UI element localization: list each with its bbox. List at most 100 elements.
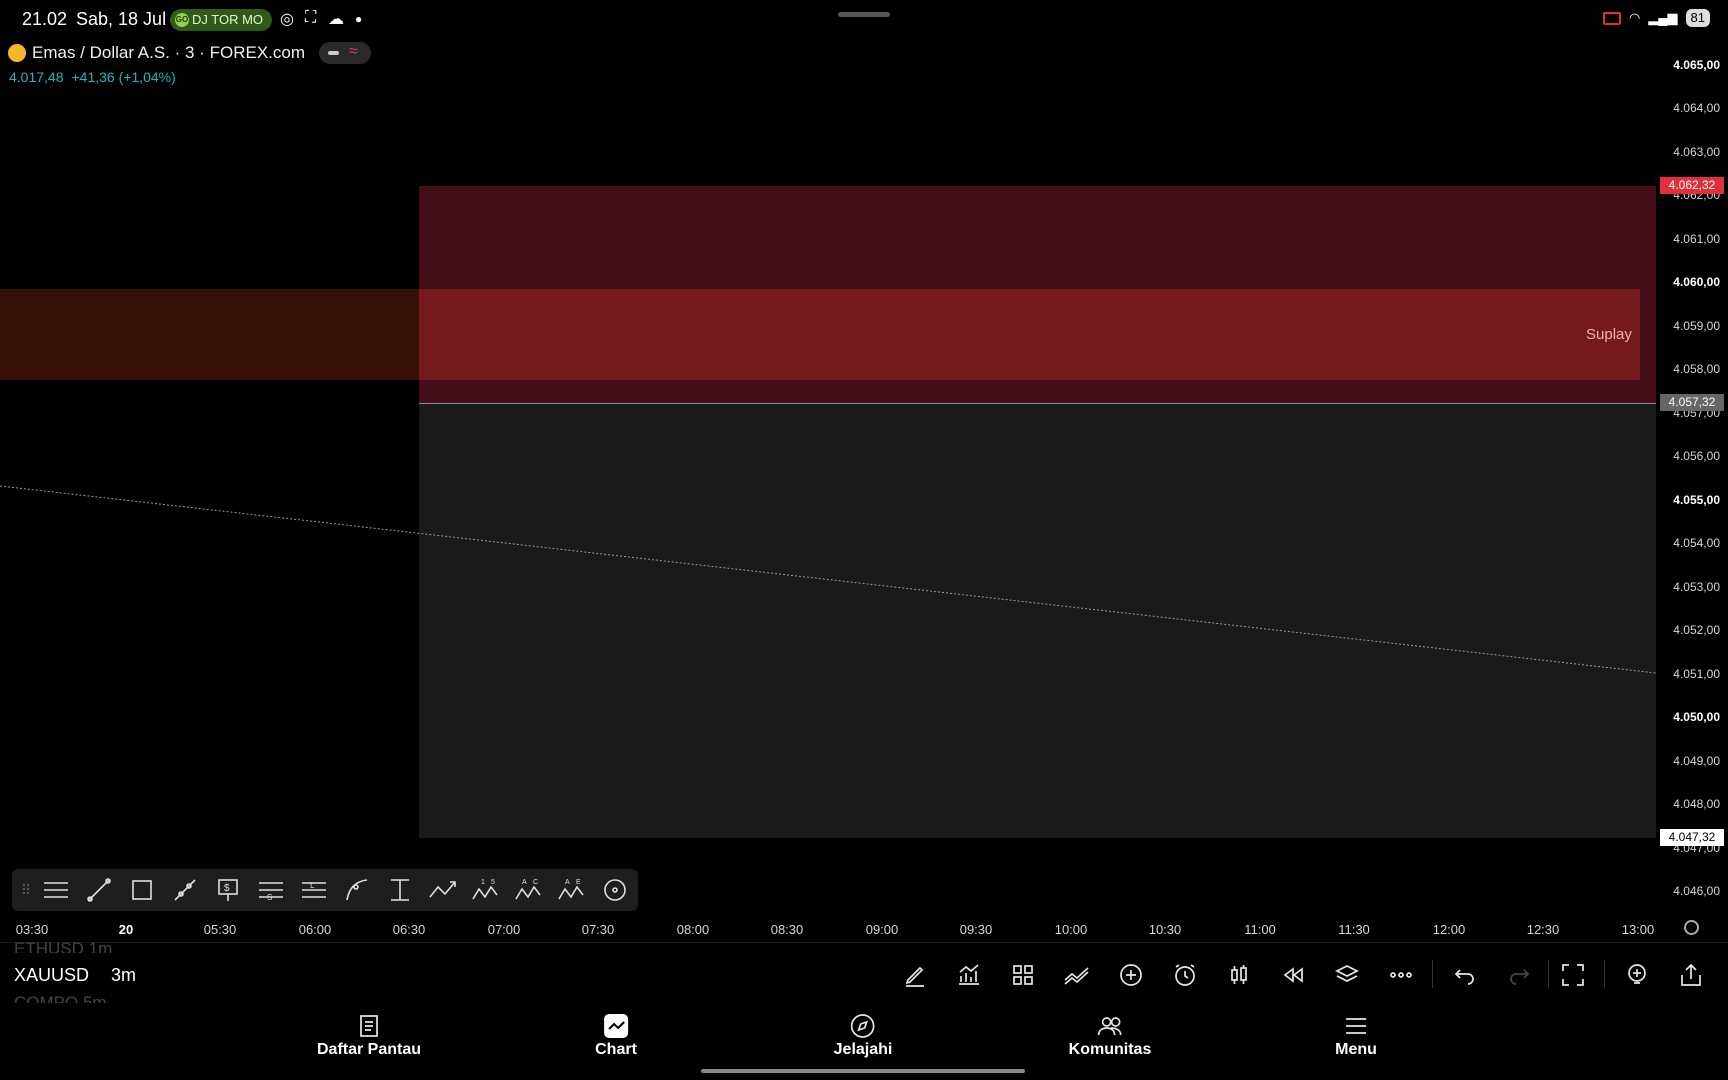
signal-icon: ▂▄▆ [1648,10,1678,25]
nav-daftar-pantau[interactable]: Daftar Pantau [317,1013,421,1059]
range-measure-icon[interactable] [378,872,421,908]
time-tick: 10:00 [1054,922,1088,937]
layout-grid-icon[interactable] [1008,960,1038,990]
nav-label: Menu [1335,1041,1377,1058]
grip-icon[interactable]: ⠿ [18,882,34,899]
drag-handle[interactable] [838,12,890,17]
draw-pen-icon[interactable] [900,960,930,990]
go-icon: GO [175,13,189,27]
price-tick: 4.065,00 [1673,58,1720,72]
long-position-icon[interactable]: L [292,872,335,908]
hamburger-icon [1343,1013,1369,1039]
price-tag-top: 4.062,32 [1660,177,1724,194]
compare-icon[interactable] [1062,960,1092,990]
path-icon[interactable] [421,872,464,908]
price-tick: 4.055,00 [1673,493,1720,507]
time-tick: 07:00 [487,922,521,937]
price-tick: 4.054,00 [1673,536,1720,550]
pattern-ae-icon[interactable]: AE [550,872,593,908]
media-pill[interactable]: GO DJ TOR MO [170,9,272,31]
price-tick: 4.053,00 [1673,580,1720,594]
svg-text:A: A [522,879,527,886]
time-tick: 08:30 [770,922,804,937]
home-indicator[interactable] [701,1069,1025,1073]
price-tick: 4.048,00 [1673,797,1720,811]
battery-indicator: 81 [1685,9,1710,27]
time-tick: 08:00 [676,922,710,937]
pattern-ac-icon[interactable]: AC [507,872,550,908]
status-date: Sab, 18 Jul [76,9,167,29]
price-label-icon[interactable]: $ [206,872,249,908]
alarm-icon[interactable] [1170,960,1200,990]
time-tick: 11:30 [1338,922,1370,937]
price-axis[interactable]: 4.065,00 4.064,00 4.063,00 4.062,00 4.06… [1660,38,1728,900]
price-tag-bottom: 4.047,32 [1660,829,1724,846]
circle-target-icon[interactable] [593,872,636,908]
nav-label: Daftar Pantau [316,1041,422,1058]
time-tick: 06:00 [298,922,332,937]
settings-gear-icon[interactable] [1684,920,1699,935]
price-tick: 4.060,00 [1673,275,1720,289]
idea-bulb-icon[interactable] [1622,960,1652,990]
trend-line[interactable] [0,38,1656,900]
price-tick: 4.050,00 [1673,710,1720,724]
more-icon[interactable] [1386,960,1416,990]
time-tick: 07:30 [581,922,615,937]
price-tick: 4.058,00 [1673,362,1720,376]
nav-komunitas[interactable]: Komunitas [1068,1013,1152,1059]
undo-icon[interactable] [1450,960,1480,990]
toolbar-divider [1548,960,1549,988]
time-tick: 06:30 [392,922,426,937]
more-dot-icon: ● [355,12,363,26]
pattern-15-icon[interactable]: 15 [464,872,507,908]
nav-jelajahi[interactable]: Jelajahi [834,1013,892,1059]
time-axis[interactable]: 03:30 20 05:30 06:00 06:30 07:00 07:30 0… [0,918,1728,940]
svg-text:A: A [565,879,570,886]
curve-icon[interactable] [335,872,378,908]
watchlist-prev[interactable]: ETHUSD 1m [14,939,112,953]
chart-icon [603,1013,629,1039]
watchlist-icon [356,1013,382,1039]
candle-type-icon[interactable] [1224,960,1254,990]
price-tick: 4.061,00 [1673,232,1720,246]
fullscreen-icon[interactable] [1558,960,1588,990]
add-circle-icon[interactable] [1116,960,1146,990]
cloud-icon: ☁ [328,11,344,28]
nav-label: Chart [595,1041,637,1058]
layers-icon[interactable] [1332,960,1362,990]
wifi-icon: ◠ [1628,10,1641,25]
price-tick: 4.052,00 [1673,623,1720,637]
svg-text:S: S [267,893,272,902]
svg-text:E: E [576,879,581,886]
nav-chart[interactable]: Chart [595,1013,637,1059]
price-tick: 4.049,00 [1673,754,1720,768]
time-tick: 12:00 [1432,922,1466,937]
horizontal-lines-icon[interactable] [34,872,77,908]
svg-text:L: L [310,881,315,890]
short-position-icon[interactable]: S [249,872,292,908]
redo-icon[interactable] [1504,960,1534,990]
share-icon[interactable] [1676,960,1706,990]
trend-line-icon[interactable] [77,872,120,908]
time-tick: 09:30 [959,922,993,937]
svg-text:C: C [533,879,538,886]
nav-label: Komunitas [1068,1041,1152,1058]
time-tick: 11:00 [1244,922,1276,937]
time-tick: 09:00 [865,922,899,937]
indicators-icon[interactable] [954,960,984,990]
ray-icon[interactable] [163,872,206,908]
status-bar: 21.02 Sab, 18 Jul GO DJ TOR MO ◎ ⛶ ☁ ● ◠ … [0,0,1728,38]
watchlist-next[interactable]: COMPQ 5m [14,993,107,1003]
toolbar-divider [1604,960,1605,988]
replay-icon[interactable] [1278,960,1308,990]
price-tick: 4.051,00 [1673,667,1720,681]
toolbar-divider [1432,960,1433,988]
time-tick: 20 [118,922,134,937]
rectangle-icon[interactable] [120,872,163,908]
screen-record-icon: ⛶ [305,9,317,26]
nav-menu[interactable]: Menu [1335,1013,1377,1059]
watchlist-current-symbol[interactable]: XAUUSD 3m [14,965,136,986]
price-tag-mid: 4.057,32 [1660,394,1724,411]
time-tick: 05:30 [203,922,237,937]
chart-canvas[interactable]: Suplay [0,38,1656,900]
